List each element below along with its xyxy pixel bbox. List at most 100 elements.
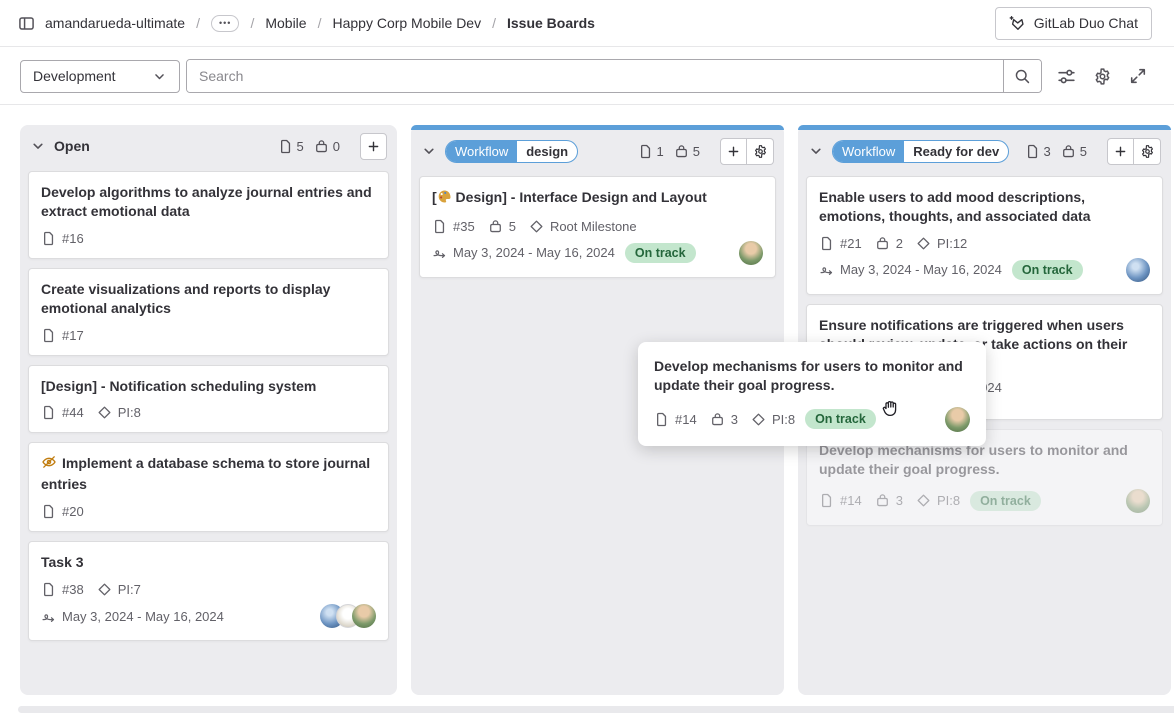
health-status-badge: On track [625,243,696,263]
issue-icon [432,219,447,234]
expand-icon [1129,67,1147,85]
breadcrumb-separator: / [250,15,254,31]
weight-icon [1061,144,1076,159]
column-counts: 3 5 [1025,144,1093,159]
issue-card[interactable]: [Design] - Notification scheduling syste… [28,365,389,434]
issue-icon [638,144,653,159]
issue-title[interactable]: [Design] - Notification scheduling syste… [41,377,376,396]
issue-card[interactable]: Enable users to add mood descriptions, e… [806,176,1163,295]
column-counts: 1 5 [638,144,706,159]
issue-id: #20 [62,504,84,519]
sidebar-toggle-button[interactable] [18,15,35,32]
milestone-icon [529,219,544,234]
iteration-icon [819,262,834,277]
collapse-column-button[interactable] [808,143,824,159]
column-card-list: Develop algorithms to analyze journal en… [20,167,397,649]
scoped-label-scope: Workflow [833,141,904,162]
breadcrumb-group[interactable]: Mobile [265,15,306,31]
plus-icon [1113,144,1128,159]
issue-card[interactable]: [ Design] - Interface Design and Layout … [419,176,776,278]
milestone-icon [916,236,931,251]
issue-title[interactable]: Develop algorithms to analyze journal en… [41,183,376,221]
assignee-avatar-stack [320,604,376,628]
issue-title[interactable]: [ Design] - Interface Design and Layout [432,188,763,209]
board-switcher-dropdown[interactable]: Development [20,60,180,93]
fullscreen-button[interactable] [1129,67,1147,85]
issue-card[interactable]: Task 3 #38 PI:7 May 3, 2024 - May 16, 20… [28,541,389,641]
avatar[interactable] [1126,258,1150,282]
add-issue-button[interactable] [360,133,387,160]
gear-icon [1140,144,1155,159]
avatar[interactable] [352,604,376,628]
board-config-button[interactable] [1093,67,1112,86]
add-issue-button[interactable] [1107,138,1134,165]
scoped-label[interactable]: Workflow Ready for dev [832,140,1009,163]
issue-card[interactable]: Develop algorithms to analyze journal en… [28,171,389,259]
column-header: Workflow Ready for dev 3 5 [798,130,1171,172]
breadcrumb-separator: / [318,15,322,31]
horizontal-scrollbar[interactable] [18,706,1174,713]
breadcrumb-current: Issue Boards [507,15,595,31]
collapse-column-button[interactable] [30,138,46,154]
milestone-label: PI:8 [937,493,960,508]
sort-filter-button[interactable] [1057,67,1076,86]
add-issue-button[interactable] [720,138,747,165]
weight-icon [875,236,890,251]
search-input[interactable] [187,60,1003,92]
issue-weight: 3 [731,412,738,427]
issue-count: 1 [657,144,664,159]
milestone-icon [97,405,112,420]
plus-icon [366,139,381,154]
issue-card[interactable]: Create visualizations and reports to dis… [28,268,389,356]
eye-slash-icon [41,454,57,475]
issue-id: #38 [62,582,84,597]
column-card-list: [ Design] - Interface Design and Layout … [411,172,784,286]
column-header: Open 5 0 [20,125,397,167]
dragged-issue-card[interactable]: Develop mechanisms for users to monitor … [638,342,986,446]
iteration-icon [41,609,56,624]
milestone-label: PI:8 [118,405,141,420]
column-title: Open [54,138,90,154]
issue-title[interactable]: Task 3 [41,553,376,572]
weight-total: 5 [1080,144,1087,159]
issue-icon [654,412,669,427]
issue-title[interactable]: Implement a database schema to store jou… [41,454,376,494]
search-box [186,59,1042,93]
scoped-label[interactable]: Workflow design [445,140,578,163]
breadcrumb-ellipsis-button[interactable]: ••• [211,15,239,32]
issue-icon [41,405,56,420]
search-button[interactable] [1003,60,1041,92]
weight-icon [674,144,689,159]
gear-icon [753,144,768,159]
issue-title: Develop mechanisms for users to monitor … [819,441,1150,479]
gitlab-duo-chat-button[interactable]: GitLab Duo Chat [995,7,1152,40]
issue-icon [41,328,56,343]
breadcrumb-root[interactable]: amandarueda-ultimate [45,15,185,31]
milestone-label: PI:12 [937,236,967,251]
milestone-icon [916,493,931,508]
issue-icon [41,231,56,246]
list-settings-button[interactable] [1134,138,1161,165]
issue-title[interactable]: Enable users to add mood descriptions, e… [819,188,1150,226]
collapse-column-button[interactable] [421,143,437,159]
issue-card[interactable]: Implement a database schema to store jou… [28,442,389,532]
issue-weight: 2 [896,236,903,251]
duo-chat-icon [1009,15,1026,32]
health-status-badge: On track [805,409,876,429]
issue-id: #14 [675,412,697,427]
column-header: Workflow design 1 5 [411,130,784,172]
issue-icon [41,582,56,597]
list-settings-button[interactable] [747,138,774,165]
issue-id: #16 [62,231,84,246]
breadcrumb-project[interactable]: Happy Corp Mobile Dev [332,15,481,31]
issue-id: #44 [62,405,84,420]
issue-title[interactable]: Create visualizations and reports to dis… [41,280,376,318]
column-counts: 5 0 [278,139,346,154]
avatar[interactable] [739,241,763,265]
plus-icon [726,144,741,159]
scoped-label-value: Ready for dev [904,141,1008,162]
chevron-down-icon [30,138,46,154]
palette-emoji [437,189,452,209]
iteration-dates: May 3, 2024 - May 16, 2024 [840,262,1002,277]
milestone-icon [97,582,112,597]
